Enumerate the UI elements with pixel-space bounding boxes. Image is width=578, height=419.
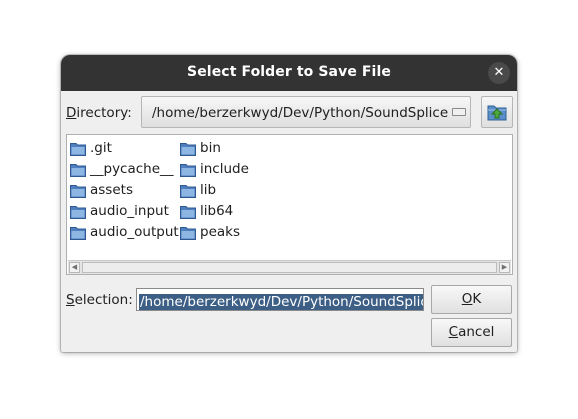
dialog-title: Select Folder to Save File [187,64,391,80]
folder-icon [180,164,196,177]
folder-up-icon [487,105,507,121]
combo-dropdown-icon [452,108,466,116]
scroll-left-button[interactable]: ◀ [69,262,80,273]
folder-name: __pycache__ [90,161,174,177]
ok-label-accel: O [461,291,473,307]
save-folder-dialog: Select Folder to Save File ✕ Directory: … [61,55,517,352]
scroll-left-icon: ◀ [71,263,78,271]
directory-combo[interactable]: /home/berzerkwyd/Dev/Python/SoundSplice [141,96,471,128]
horizontal-scrollbar[interactable]: ◀ ▶ [68,260,511,274]
folder-name: audio_input [90,203,169,219]
folder-icon [180,227,196,240]
close-icon: ✕ [493,65,505,80]
folder-name: bin [200,140,221,156]
folder-name: assets [90,182,133,198]
scroll-right-button[interactable]: ▶ [499,262,510,273]
folder-icon [70,227,86,240]
selection-label-accel: S [66,292,75,308]
folder-name: lib [200,182,217,198]
folder-icon [180,206,196,219]
folder-icon [70,164,86,177]
folder-name: include [200,161,249,177]
cancel-button[interactable]: Cancel [431,318,512,347]
selection-value: /home/berzerkwyd/Dev/Python/SoundSplice [139,294,423,310]
folder-list[interactable]: .git __pycache__ assets audio_input audi… [66,134,513,275]
selection-label: Selection: [66,292,133,308]
folder-icon [70,143,86,156]
directory-value: /home/berzerkwyd/Dev/Python/SoundSplice [152,105,449,121]
folder-name: peaks [200,224,240,240]
folder-icon [70,206,86,219]
scrollbar-thumb[interactable] [82,262,497,273]
scroll-right-icon: ▶ [501,263,508,271]
folder-icon [180,185,196,198]
ok-label-rest: K [472,291,482,307]
folder-name: lib64 [200,203,234,219]
cancel-label-accel: C [448,324,459,340]
close-button[interactable]: ✕ [488,62,510,84]
folder-name: audio_output [90,224,179,240]
cancel-label-rest: ancel [458,324,495,340]
title-bar[interactable]: Select Folder to Save File ✕ [61,55,517,91]
directory-label-accel: D [66,105,77,121]
selection-label-rest: election: [74,292,133,308]
folder-icon [180,143,196,156]
directory-label: Directory: [66,105,132,121]
parent-folder-button[interactable] [481,96,513,128]
directory-label-rest: irectory: [76,105,132,121]
folder-icon [70,185,86,198]
folder-name: .git [90,140,112,156]
selection-input[interactable]: /home/berzerkwyd/Dev/Python/SoundSplice [136,288,424,311]
ok-button[interactable]: OK [431,285,512,314]
